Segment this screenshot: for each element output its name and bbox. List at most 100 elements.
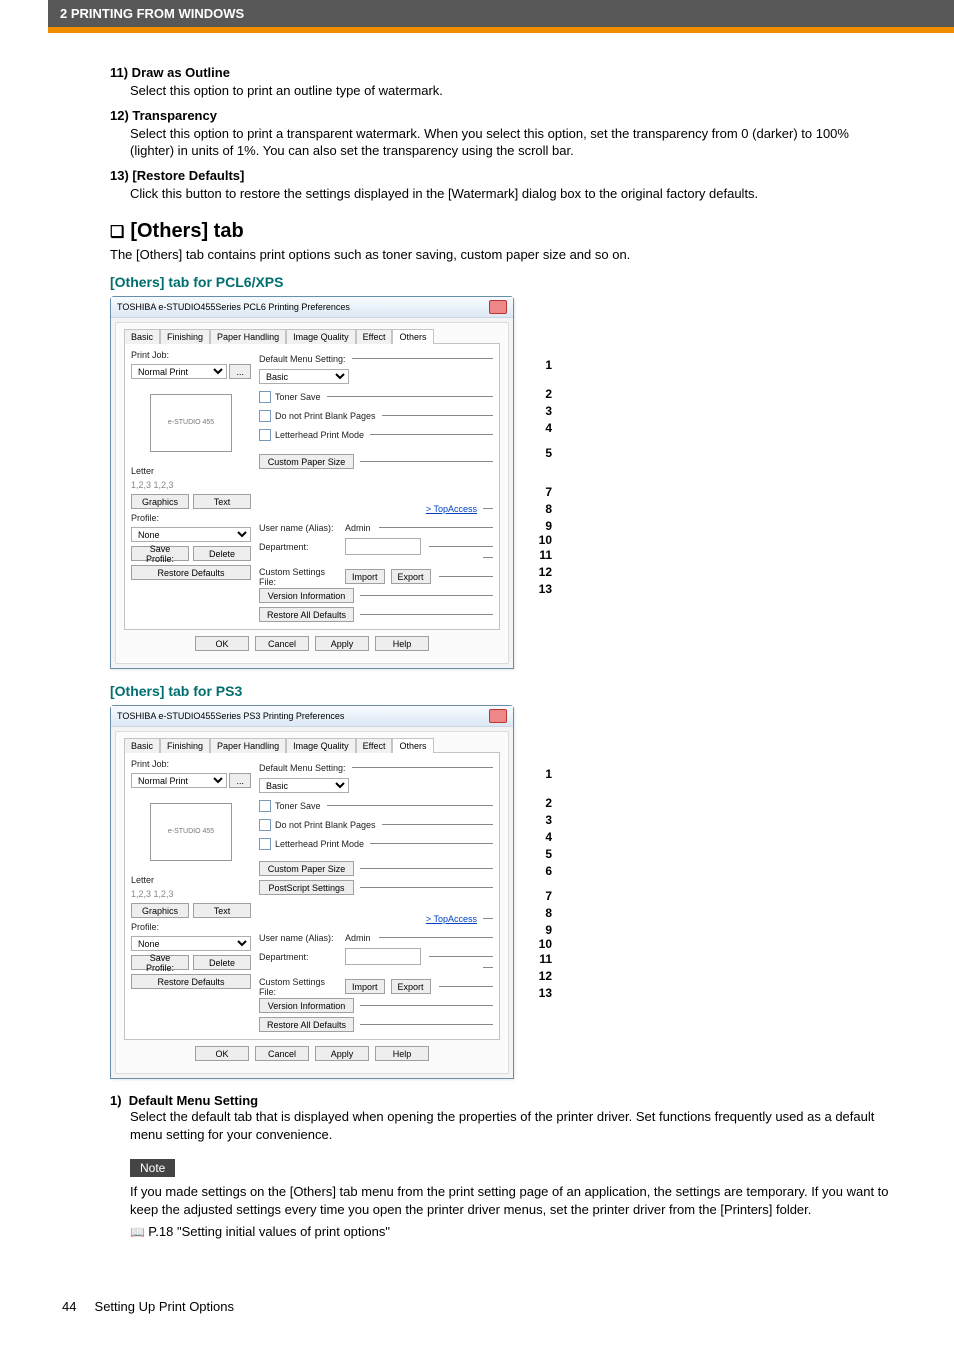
section-icon xyxy=(110,220,124,243)
default-menu-label: Default Menu Setting: xyxy=(259,763,346,773)
graphics-button[interactable]: Graphics xyxy=(131,903,189,918)
restore-all-button[interactable]: Restore All Defaults xyxy=(259,1017,354,1032)
profile-select[interactable]: None xyxy=(131,936,251,951)
tab-paper[interactable]: Paper Handling xyxy=(210,329,286,344)
profile-select[interactable]: None xyxy=(131,527,251,542)
tab-finishing[interactable]: Finishing xyxy=(160,738,210,753)
tab-basic[interactable]: Basic xyxy=(124,329,160,344)
dialog-title-bar: TOSHIBA e-STUDIO455Series PCL6 Printing … xyxy=(111,297,513,318)
item-12-body: Select this option to print a transparen… xyxy=(130,125,892,160)
custfile-label: Custom Settings File: xyxy=(259,977,339,997)
tab-paper[interactable]: Paper Handling xyxy=(210,738,286,753)
tab-others[interactable]: Others xyxy=(392,329,433,344)
section-intro: The [Others] tab contains print options … xyxy=(110,247,892,262)
apply-button[interactable]: Apply xyxy=(315,636,369,651)
item-12-title: 12) Transparency xyxy=(110,108,892,123)
printjob-select[interactable]: Normal Print xyxy=(131,773,227,788)
defitem-title: Default Menu Setting xyxy=(129,1093,258,1108)
dialog2-title: TOSHIBA e-STUDIO455Series PS3 Printing P… xyxy=(117,711,344,721)
printjob-details-button[interactable]: ... xyxy=(229,364,251,379)
import-button[interactable]: Import xyxy=(345,569,385,584)
ok-button[interactable]: OK xyxy=(195,636,249,651)
item-11-body: Select this option to print an outline t… xyxy=(130,82,892,100)
tab-image[interactable]: Image Quality xyxy=(286,329,356,344)
page-number: 44 xyxy=(62,1299,76,1314)
topaccess-link[interactable]: > TopAccess xyxy=(426,914,477,924)
text-button[interactable]: Text xyxy=(193,903,251,918)
toner-checkbox[interactable] xyxy=(259,800,271,812)
dialog2-title-bar: TOSHIBA e-STUDIO455Series PS3 Printing P… xyxy=(111,706,513,727)
tab-effect[interactable]: Effect xyxy=(356,738,393,753)
save-profile-button[interactable]: Save Profile: xyxy=(131,955,189,970)
save-profile-button[interactable]: Save Profile: xyxy=(131,546,189,561)
export-button[interactable]: Export xyxy=(391,569,431,584)
defitem-num: 1) xyxy=(110,1093,122,1108)
item-13-title: 13) [Restore Defaults] xyxy=(110,168,892,183)
dialog-ps3: TOSHIBA e-STUDIO455Series PS3 Printing P… xyxy=(110,705,514,1079)
default-menu-select[interactable]: Basic xyxy=(259,369,349,384)
delete-button[interactable]: Delete xyxy=(193,546,251,561)
profile-label: Profile: xyxy=(131,513,251,523)
restore-all-button[interactable]: Restore All Defaults xyxy=(259,607,354,622)
apply-button[interactable]: Apply xyxy=(315,1046,369,1061)
tab-others[interactable]: Others xyxy=(392,738,433,753)
blank-checkbox[interactable] xyxy=(259,819,271,831)
import-button[interactable]: Import xyxy=(345,979,385,994)
tab-finishing[interactable]: Finishing xyxy=(160,329,210,344)
dialog1-wrap: TOSHIBA e-STUDIO455Series PCL6 Printing … xyxy=(110,296,892,669)
printjob-label: Print Job: xyxy=(131,759,251,769)
custfile-label: Custom Settings File: xyxy=(259,567,339,587)
restore-defaults-button[interactable]: Restore Defaults xyxy=(131,565,251,580)
user-label: User name (Alias): xyxy=(259,523,339,533)
paper-letter: Letter xyxy=(131,875,251,885)
help-button[interactable]: Help xyxy=(375,1046,429,1061)
default-menu-select[interactable]: Basic xyxy=(259,778,349,793)
tab-effect[interactable]: Effect xyxy=(356,329,393,344)
blank-label: Do not Print Blank Pages xyxy=(275,820,376,830)
printjob-details-button[interactable]: ... xyxy=(229,773,251,788)
toner-checkbox[interactable] xyxy=(259,391,271,403)
tab-image[interactable]: Image Quality xyxy=(286,738,356,753)
item-13-body: Click this button to restore the setting… xyxy=(130,185,892,203)
close-icon[interactable] xyxy=(489,709,507,723)
user-label: User name (Alias): xyxy=(259,933,339,943)
help-button[interactable]: Help xyxy=(375,636,429,651)
topaccess-link[interactable]: > TopAccess xyxy=(426,504,477,514)
ok-button[interactable]: OK xyxy=(195,1046,249,1061)
letterhead-checkbox[interactable] xyxy=(259,838,271,850)
chapter-header: 2 PRINTING FROM WINDOWS xyxy=(48,0,954,33)
delete-button[interactable]: Delete xyxy=(193,955,251,970)
default-menu-label: Default Menu Setting: xyxy=(259,354,346,364)
restore-defaults-button[interactable]: Restore Defaults xyxy=(131,974,251,989)
preview: e-STUDIO 455 xyxy=(131,385,251,460)
page-footer: 44 Setting Up Print Options xyxy=(0,1299,954,1342)
book-reference: P.18 "Setting initial values of print op… xyxy=(130,1224,892,1239)
preview: e-STUDIO 455 xyxy=(131,794,251,869)
letterhead-checkbox[interactable] xyxy=(259,429,271,441)
text-button[interactable]: Text xyxy=(193,494,251,509)
callouts-pcl6: 1 2 3 4 5 7 8 9 10 11 12 13 xyxy=(514,296,554,597)
toner-label: Toner Save xyxy=(275,801,321,811)
custom-paper-button[interactable]: Custom Paper Size xyxy=(259,454,354,469)
callouts-ps3: 1 2 3 4 5 6 7 8 9 10 11 12 13 xyxy=(514,705,554,1001)
custom-paper-button[interactable]: Custom Paper Size xyxy=(259,861,354,876)
version-info-button[interactable]: Version Information xyxy=(259,998,354,1013)
postscript-settings-button[interactable]: PostScript Settings xyxy=(259,880,354,895)
blank-checkbox[interactable] xyxy=(259,410,271,422)
toner-label: Toner Save xyxy=(275,392,321,402)
cancel-button[interactable]: Cancel xyxy=(255,1046,309,1061)
printjob-select[interactable]: Normal Print xyxy=(131,364,227,379)
tab-basic[interactable]: Basic xyxy=(124,738,160,753)
graphics-button[interactable]: Graphics xyxy=(131,494,189,509)
page-nums: 1,2,3 1,2,3 xyxy=(131,480,251,490)
export-button[interactable]: Export xyxy=(391,979,431,994)
version-info-button[interactable]: Version Information xyxy=(259,588,354,603)
item-11-title: 11) Draw as Outline xyxy=(110,65,892,80)
cancel-button[interactable]: Cancel xyxy=(255,636,309,651)
dialog2-wrap: TOSHIBA e-STUDIO455Series PS3 Printing P… xyxy=(110,705,892,1079)
letterhead-label: Letterhead Print Mode xyxy=(275,430,364,440)
close-icon[interactable] xyxy=(489,300,507,314)
footer-title: Setting Up Print Options xyxy=(95,1299,234,1314)
section-heading: [Others] tab xyxy=(110,220,892,243)
profile-label: Profile: xyxy=(131,922,251,932)
